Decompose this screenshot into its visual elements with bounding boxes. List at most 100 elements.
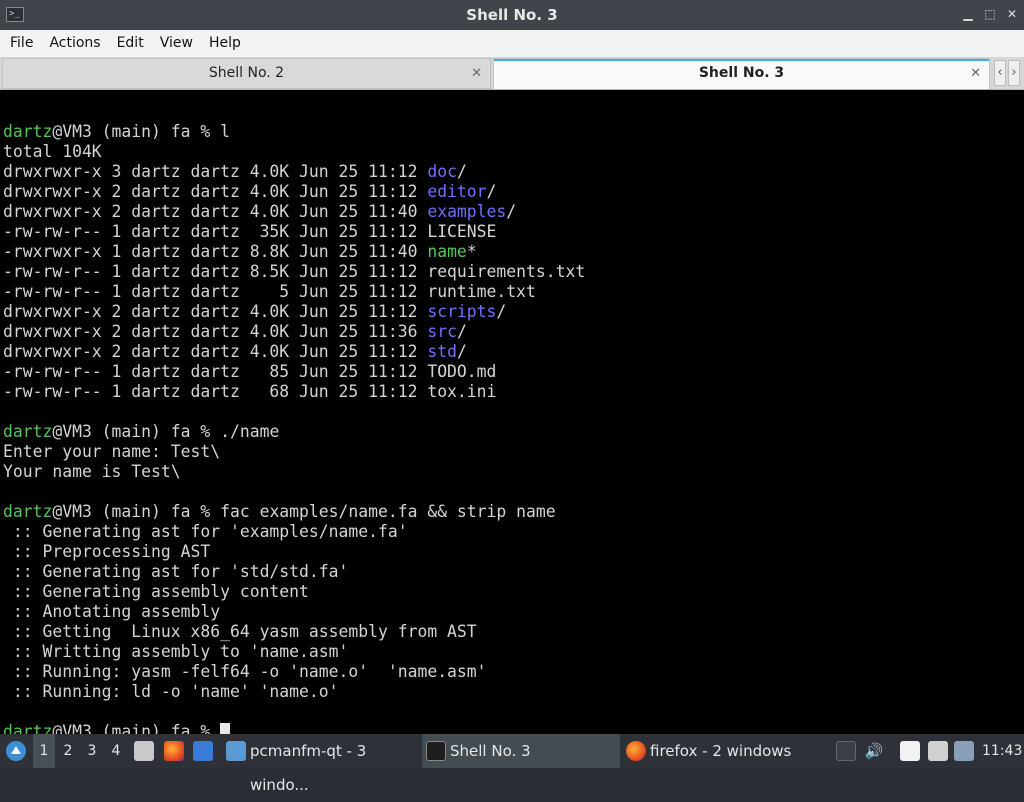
terminal-text: @VM3 (main) fa % fac examples/name.fa &&… [52,502,556,521]
terminal-line: :: Writting assembly to 'name.asm' [3,642,349,662]
terminal-user-text: dartz [3,122,53,141]
terminal-user-text: dartz [3,722,53,734]
tab-close-icon[interactable]: ✕ [970,59,981,88]
terminal-line: dartz@VM3 (main) fa % fac examples/name.… [3,502,556,522]
desktop-3-button[interactable]: 3 [81,734,103,768]
terminal-dir-text: editor [427,182,487,201]
terminal-line: :: Generating ast for 'std/std.fa' [3,562,349,582]
network-icon[interactable] [954,741,974,761]
terminal-line: :: Preprocessing AST [3,542,210,562]
terminal-line: drwxrwxr-x 2 dartz dartz 4.0K Jun 25 11:… [3,342,467,362]
task-shell[interactable]: Shell No. 3 [422,734,620,768]
terminal-line: :: Running: yasm -felf64 -o 'name.o' 'na… [3,662,487,682]
terminal-output[interactable]: dartz@VM3 (main) fa % l total 104K drwxrwx… [0,90,1024,734]
terminal-line: :: Getting Linux x86_64 yasm assembly fr… [3,622,477,642]
terminal-text: * [466,242,477,261]
task-pcmanfm[interactable]: pcmanfm-qt - 3 windo... [222,734,418,794]
terminal-dir-text: examples [427,202,507,221]
terminal-text: :: Writting assembly to 'name.asm' [3,642,349,661]
tab-label: Shell No. 3 [698,65,785,81]
terminal-line: drwxrwxr-x 2 dartz dartz 4.0K Jun 25 11:… [3,202,516,222]
volume-icon[interactable]: 🔊 [864,734,884,768]
terminal-text: -rw-rw-r-- 1 dartz dartz 85 Jun 25 11:12… [3,362,497,381]
show-desktop-icon[interactable] [193,741,213,761]
terminal-line: total 104K [3,142,102,162]
active-tab-indicator [494,59,989,61]
tab-label: Shell No. 2 [208,65,285,81]
tab-scroll-right-icon[interactable]: › [1008,60,1020,86]
menu-view[interactable]: View [154,30,199,57]
window-list-icon[interactable] [836,741,856,761]
terminal-text: / [506,202,517,221]
terminal-line: drwxrwxr-x 3 dartz dartz 4.0K Jun 25 11:… [3,162,467,182]
menu-edit[interactable]: Edit [111,30,150,57]
folder-icon [226,741,246,761]
tab-shell-2[interactable]: Shell No. 2 ✕ [2,58,491,89]
title-bar[interactable]: >_ Shell No. 3 ▁ ⬚ ✕ [0,0,1024,30]
terminal-text: / [456,162,467,181]
maximize-icon[interactable]: ⬚ [982,6,998,22]
file-manager-icon[interactable] [134,741,154,761]
clipboard-icon[interactable] [900,741,920,761]
terminal-line: drwxrwxr-x 2 dartz dartz 4.0K Jun 25 11:… [3,182,496,202]
terminal-text: :: Anotating assembly [3,602,221,621]
close-icon[interactable]: ✕ [1004,6,1020,22]
terminal-line: dartz@VM3 (main) fa % [3,722,231,734]
menu-help[interactable]: Help [203,30,247,57]
terminal-text: -rw-rw-r-- 1 dartz dartz 5 Jun 25 11:12 … [3,282,536,301]
terminal-text: :: Generating assembly content [3,582,309,601]
terminal-line: :: Generating assembly content [3,582,309,602]
terminal-line: -rw-rw-r-- 1 dartz dartz 85 Jun 25 11:12… [3,362,496,382]
menu-file[interactable]: File [4,30,39,57]
terminal-text: drwxrwxr-x 3 dartz dartz 4.0K Jun 25 11:… [3,162,428,181]
display-icon[interactable] [928,741,948,761]
terminal-icon [426,741,446,761]
terminal-line: -rw-rw-r-- 1 dartz dartz 68 Jun 25 11:12… [3,382,496,402]
terminal-line: :: Anotating assembly [3,602,220,622]
terminal-text: -rw-rw-r-- 1 dartz dartz 68 Jun 25 11:12… [3,382,497,401]
terminal-text: :: Generating ast for 'examples/name.fa' [3,522,408,541]
terminal-line: -rwxrwxr-x 1 dartz dartz 8.8K Jun 25 11:… [3,242,477,262]
desktop-1-button[interactable]: 1 [33,734,55,768]
terminal-text: / [486,182,497,201]
desktop-4-button[interactable]: 4 [105,734,127,768]
tab-bar: Shell No. 2 ✕ Shell No. 3 ✕ ‹ › [0,57,1024,90]
terminal-dir-text: std [427,342,457,361]
terminal-text: drwxrwxr-x 2 dartz dartz 4.0K Jun 25 11:… [3,342,428,361]
terminal-line: -rw-rw-r-- 1 dartz dartz 5 Jun 25 11:12 … [3,282,536,302]
terminal-dir-text: scripts [427,302,497,321]
terminal-text: @VM3 (main) fa % ./name [52,422,280,441]
tab-close-icon[interactable]: ✕ [471,59,482,88]
terminal-text: -rwxrwxr-x 1 dartz dartz 8.8K Jun 25 11:… [3,242,428,261]
desktop-2-button[interactable]: 2 [57,734,79,768]
terminal-user-text: dartz [3,422,53,441]
task-firefox[interactable]: firefox - 2 windows [624,734,824,768]
start-menu-icon[interactable] [5,734,29,768]
terminal-text: :: Getting Linux x86_64 yasm assembly fr… [3,622,477,641]
terminal-text: / [456,322,467,341]
firefox-icon [626,741,646,761]
terminal-text: drwxrwxr-x 2 dartz dartz 4.0K Jun 25 11:… [3,302,428,321]
window-title: Shell No. 3 [466,6,558,24]
clock[interactable]: 11:43 [982,734,1022,768]
firefox-launcher-icon[interactable] [164,741,184,761]
terminal-text: / [456,342,467,361]
terminal-line: dartz@VM3 (main) fa % l [3,122,230,142]
taskbar: 1 2 3 4 pcmanfm-qt - 3 windo... Shell No… [0,734,1024,794]
task-label: Shell No. 3 [450,742,531,760]
minimize-icon[interactable]: ▁ [960,6,976,22]
terminal-user-text: dartz [3,502,53,521]
terminal-line: Your name is Test\ [3,462,181,482]
menu-actions[interactable]: Actions [43,30,106,57]
terminal-cursor [220,723,231,734]
terminal-text: :: Preprocessing AST [3,542,211,561]
terminal-dir-text: src [427,322,457,341]
menu-bar: File Actions Edit View Help [0,30,1024,57]
terminal-text: @VM3 (main) fa % [52,722,221,734]
terminal-text: :: Generating ast for 'std/std.fa' [3,562,349,581]
terminal-text: -rw-rw-r-- 1 dartz dartz 8.5K Jun 25 11:… [3,262,586,281]
tab-scroll-left-icon[interactable]: ‹ [994,60,1006,86]
tab-shell-3[interactable]: Shell No. 3 ✕ [493,58,990,89]
terminal-text: drwxrwxr-x 2 dartz dartz 4.0K Jun 25 11:… [3,202,428,221]
terminal-text: :: Running: yasm -felf64 -o 'name.o' 'na… [3,662,487,681]
